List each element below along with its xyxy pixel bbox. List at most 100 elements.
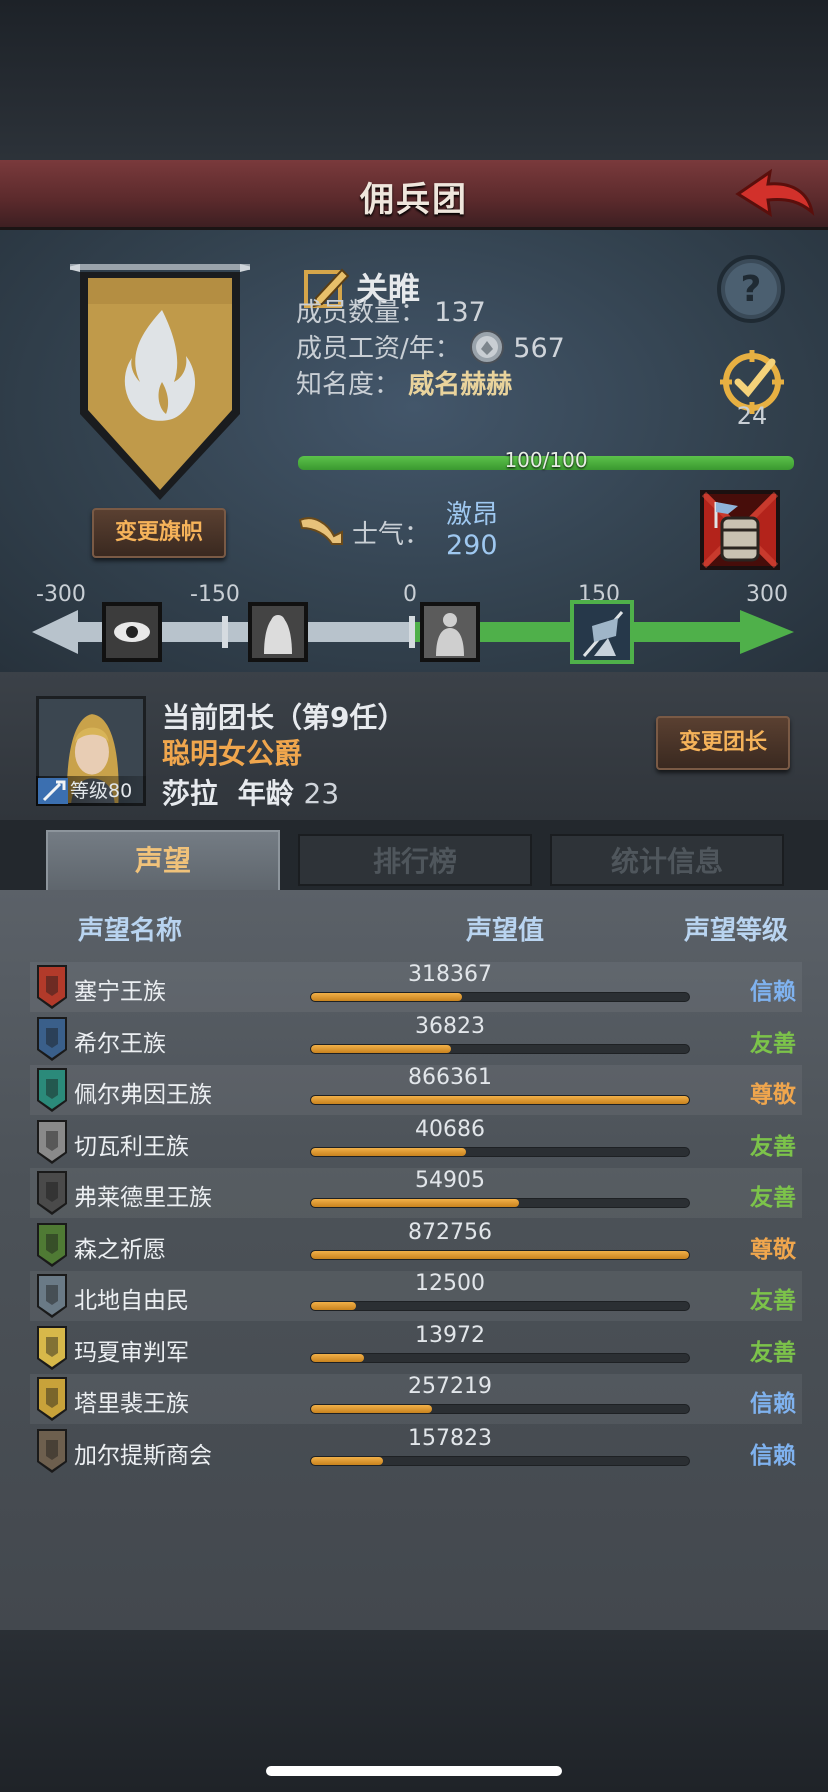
faction-crest-icon [37,1325,67,1370]
reputation-panel: 声望名称 声望值 声望等级 塞宁王族 318367 信赖 希尔王族 36823 友善 佩尔弗… [0,890,828,1630]
morale-value: 290 [446,530,498,561]
members-value: 137 [434,297,486,328]
reputation-bar [310,1352,690,1363]
table-row[interactable]: 佩尔弗因王族 866361 尊敬 [30,1065,802,1115]
reputation-level: 友善 [750,1339,796,1366]
col-value-header: 声望值 [466,916,545,946]
table-row[interactable]: 希尔王族 36823 友善 [30,1014,802,1064]
table-row[interactable]: 森之祈愿 872756 尊敬 [30,1220,802,1270]
despair-icon[interactable] [248,602,308,662]
reputation-level: 尊敬 [750,1236,796,1263]
reputation-bar [310,1095,690,1105]
faction-name: 希尔王族 [74,1030,166,1057]
status-area [0,0,828,160]
faction-crest-icon [37,1428,67,1473]
morale-state: 激昂 [446,500,499,530]
captain-title: 当前团长（第9任） [162,701,406,734]
tab-statistics[interactable]: 统计信息 [550,834,784,886]
faction-name: 佩尔弗因王族 [74,1082,212,1108]
change-captain-button[interactable]: 变更团长 [656,716,790,770]
reputation-bar-fill [311,1302,357,1310]
fame-value: 威名赫赫 [408,370,513,400]
reputation-level: 信赖 [750,979,796,1005]
table-row[interactable]: 塞宁王族 318367 信赖 [30,962,802,1012]
faction-name: 玛夏审判军 [74,1339,189,1366]
captain-info: 莎拉 年龄 23 [162,772,339,812]
reputation-value: 12500 [415,1271,485,1296]
captain-trait: 聪明女公爵 [162,737,303,770]
silver-coin-icon [470,330,505,364]
table-row[interactable]: 弗莱德里王族 54905 友善 [30,1168,802,1218]
horn-icon [298,517,343,545]
reputation-value: 866361 [408,1065,492,1090]
help-icon[interactable]: ? [716,254,786,324]
reputation-value: 257219 [408,1374,492,1399]
back-arrow-icon[interactable] [732,166,816,224]
faction-crest-icon [37,1377,67,1421]
faction-crest-icon [37,1222,67,1267]
tab-reputation[interactable]: 声望 [46,830,280,890]
wage-label: 成员工资/年： [296,334,461,364]
reputation-level: 信赖 [750,1391,796,1417]
reputation-bar [310,1146,690,1157]
fame-label: 知名度： [296,370,401,400]
fame-progress-text: 100/100 [504,448,588,472]
table-row[interactable]: 切瓦利王族 40686 友善 [30,1117,802,1167]
age-label: 年龄 [237,777,294,810]
reputation-value: 13972 [415,1322,485,1348]
reputation-bar-fill [311,1353,364,1362]
members-row: 成员数量： 137 [296,292,486,329]
faction-name: 切瓦利王族 [74,1133,189,1160]
reputation-bar [310,1301,690,1311]
calm-icon[interactable] [420,602,480,662]
reputation-bar [310,1455,690,1466]
reputation-level: 友善 [750,1288,796,1314]
morale-track [32,600,794,664]
reputation-bar-fill [311,1250,689,1259]
reputation-bar-fill [311,1405,432,1413]
faction-name: 弗莱德里王族 [74,1185,212,1211]
tab-leaderboard[interactable]: 排行榜 [298,834,532,886]
reputation-value: 318367 [408,962,492,987]
inspired-icon[interactable] [570,600,634,664]
faction-name: 塔里裴王族 [74,1391,189,1417]
captain-panel: 等级80 当前团长（第9任） 聪明女公爵 莎拉 年龄 23 变更团长 [0,672,828,820]
guild-banner-icon[interactable] [70,264,250,504]
reputation-value: 36823 [415,1013,485,1039]
barrel-icon[interactable] [698,488,782,572]
table-row[interactable]: 玛夏审判军 13972 友善 [30,1323,802,1373]
sword-class-icon [38,778,68,804]
reputation-bar-fill [311,1096,689,1104]
wage-row: 成员工资/年： 567 [296,328,565,365]
table-row[interactable]: 加尔提斯商会 157823 信赖 [30,1426,802,1476]
faction-name: 森之祈愿 [74,1236,166,1263]
reputation-bar-fill [311,1456,383,1465]
reputation-bar [310,1404,690,1414]
members-label: 成员数量： [296,298,427,328]
faction-crest-icon [37,965,67,1009]
faction-name: 加尔提斯商会 [74,1442,212,1469]
faction-name: 塞宁王族 [74,979,166,1005]
reputation-bar-fill [311,1199,519,1207]
age-value: 23 [303,777,340,810]
paranoid-eye-icon[interactable] [102,602,162,662]
table-row[interactable]: 北地自由民 12500 友善 [30,1271,802,1321]
faction-crest-icon [37,1171,67,1215]
reputation-bar-fill [311,993,463,1001]
wage-value: 567 [513,333,565,364]
col-level-header: 声望等级 [684,916,789,946]
faction-crest-icon [37,1119,67,1164]
reputation-value: 157823 [408,1425,492,1451]
change-banner-button[interactable]: 变更旗帜 [92,508,226,558]
table-row[interactable]: 塔里裴王族 257219 信赖 [30,1374,802,1424]
reputation-level: 尊敬 [750,1082,796,1108]
svg-text:?: ? [741,269,762,310]
captain-name: 莎拉 [162,777,219,810]
reputation-bar-fill [311,1044,451,1053]
reputation-value: 40686 [415,1116,485,1142]
home-indicator[interactable] [266,1766,562,1776]
title-bar: 佣兵团 [0,160,828,230]
reputation-bar [310,1249,690,1260]
reputation-bar [310,1198,690,1208]
fame-row: 知名度： 威名赫赫 [296,364,512,401]
